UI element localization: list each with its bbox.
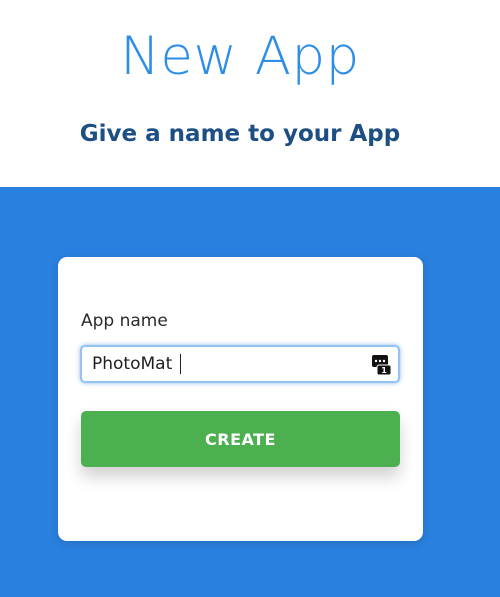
page-subtitle: Give a name to your App — [79, 121, 401, 147]
text-caret — [180, 354, 181, 374]
app-name-field[interactable]: 1 — [80, 345, 400, 383]
password-manager-icon[interactable]: 1 — [372, 354, 392, 376]
app-name-input[interactable] — [92, 347, 362, 381]
create-app-card — [58, 257, 423, 541]
create-button[interactable]: CREATE — [81, 411, 400, 467]
app-name-label: App name — [81, 311, 168, 331]
page-header: New App Give a name to your App — [0, 0, 500, 187]
page-title: New App — [120, 26, 360, 87]
svg-text:1: 1 — [381, 366, 387, 375]
